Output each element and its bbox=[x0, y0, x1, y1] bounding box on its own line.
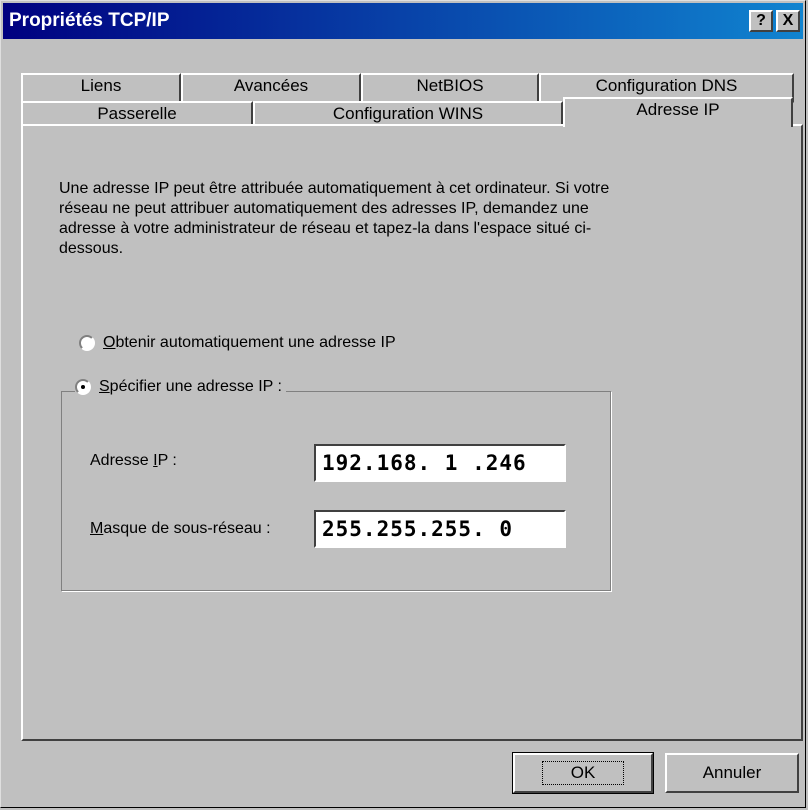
help-button[interactable]: ? bbox=[749, 10, 773, 32]
radio-button-unchecked-icon[interactable] bbox=[79, 335, 95, 351]
radio-manual-label: Spécifier une adresse IP : bbox=[99, 378, 282, 395]
close-button[interactable]: X bbox=[776, 10, 800, 32]
manual-ip-groupbox: Adresse IP : 192.168. 1 .246 Masque de s… bbox=[61, 391, 611, 591]
tab-liens[interactable]: Liens bbox=[21, 73, 181, 103]
tab-panel-adresse-ip: Une adresse IP peut être attribuée autom… bbox=[21, 124, 803, 741]
tab-netbios[interactable]: NetBIOS bbox=[361, 73, 539, 103]
ip-address-input[interactable]: 192.168. 1 .246 bbox=[314, 444, 566, 482]
title-bar: Propriétés TCP/IP ? X bbox=[3, 3, 803, 39]
subnet-mask-label: Masque de sous-réseau : bbox=[90, 520, 271, 537]
intro-text: Une adresse IP peut être attribuée autom… bbox=[59, 180, 610, 257]
tab-adresse-ip[interactable]: Adresse IP bbox=[563, 97, 793, 127]
tab-avancees[interactable]: Avancées bbox=[181, 73, 361, 103]
window-title: Propriétés TCP/IP bbox=[9, 10, 170, 31]
subnet-mask-input[interactable]: 255.255.255. 0 bbox=[314, 510, 566, 548]
tcpip-properties-dialog: Propriétés TCP/IP ? X Liens Avancées Net… bbox=[0, 0, 806, 808]
cancel-button[interactable]: Annuler bbox=[665, 753, 799, 793]
radio-auto-ip[interactable]: Obtenir automatiquement une adresse IP bbox=[79, 334, 400, 352]
ok-button-label: OK bbox=[541, 761, 625, 785]
radio-button-checked-icon[interactable] bbox=[75, 379, 91, 395]
ip-address-label: Adresse IP : bbox=[90, 452, 177, 469]
radio-auto-label: Obtenir automatiquement une adresse IP bbox=[103, 334, 396, 351]
ok-button[interactable]: OK bbox=[512, 752, 654, 794]
radio-manual-ip[interactable]: Spécifier une adresse IP : bbox=[75, 378, 286, 396]
